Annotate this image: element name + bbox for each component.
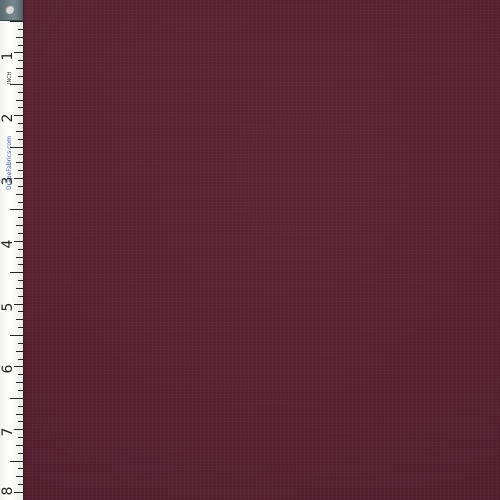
tape-tick	[18, 374, 23, 376]
tape-tick	[14, 52, 23, 54]
tape-tick	[18, 295, 23, 297]
tape-tick	[18, 264, 23, 266]
tape-tick	[18, 170, 23, 172]
tape-tick	[18, 389, 23, 391]
tape-number-3: 3	[0, 176, 16, 186]
tape-tick	[18, 217, 23, 219]
tape-hole-icon	[5, 5, 14, 14]
tape-tick	[18, 44, 23, 46]
tape-tick	[14, 178, 23, 179]
tape-tick	[10, 21, 23, 22]
tape-tick	[16, 36, 23, 38]
tape-tick	[18, 28, 23, 30]
product-image: INCH DrapeFabrics.com 1 2 3 4 5 6 7 8	[0, 0, 500, 500]
tape-tick	[18, 358, 23, 360]
tape-tick	[16, 382, 23, 384]
tape-tick	[10, 146, 23, 148]
tape-tick	[18, 421, 23, 423]
tape-number-1: 1	[0, 51, 16, 61]
tape-tick	[14, 366, 23, 368]
tape-tick	[18, 91, 23, 93]
tape-number-4: 4	[0, 239, 16, 249]
tape-tick	[16, 350, 23, 352]
tape-tick	[18, 185, 23, 187]
tape-number-6: 6	[0, 364, 16, 374]
tape-tick	[18, 154, 23, 156]
tape-tick	[16, 476, 23, 478]
tape-tick	[14, 240, 23, 242]
tape-tick	[18, 280, 23, 282]
tape-tick	[18, 342, 23, 344]
tape-tick	[10, 397, 23, 399]
tape-tick	[16, 319, 23, 321]
tape-number-2: 2	[0, 113, 16, 123]
tape-tick	[10, 209, 23, 211]
tape-end-cap	[0, 0, 23, 21]
tape-tick	[18, 107, 23, 109]
tape-inch-mark: INCH	[7, 71, 13, 84]
fabric-texture-overlay	[23, 0, 500, 500]
tape-tick	[18, 232, 23, 234]
tape-tick	[18, 60, 23, 62]
tape-tick	[18, 123, 23, 124]
tape-tick	[16, 225, 23, 227]
tape-tick	[18, 311, 23, 313]
tape-tick	[18, 75, 23, 77]
tape-tick	[18, 201, 23, 203]
tape-tick	[18, 468, 23, 470]
tape-tick	[18, 248, 23, 250]
tape-tick	[16, 444, 23, 446]
tape-tick	[18, 327, 23, 329]
measuring-tape: INCH DrapeFabrics.com 1 2 3 4 5 6 7 8	[0, 0, 23, 500]
tape-tick	[14, 429, 23, 431]
tape-tick	[18, 405, 23, 407]
tape-number-5: 5	[0, 302, 16, 312]
tape-number-7: 7	[0, 427, 16, 437]
tape-tick	[18, 138, 23, 140]
tape-tick	[16, 287, 23, 289]
tape-tick	[10, 272, 23, 274]
tape-tick	[10, 460, 23, 462]
tape-tick	[16, 99, 23, 101]
tape-number-8: 8	[0, 486, 16, 496]
tape-tick	[18, 452, 23, 454]
tape-tick	[10, 83, 23, 85]
tape-tick	[18, 484, 23, 486]
tape-tick	[10, 335, 23, 336]
tape-tick	[18, 437, 23, 438]
tape-tick	[16, 68, 23, 70]
tape-tick	[16, 256, 23, 258]
tape-tick	[16, 130, 23, 132]
tape-tick	[16, 162, 23, 164]
tape-tick	[16, 193, 23, 195]
tape-tick	[14, 492, 23, 493]
tape-tick	[14, 115, 23, 117]
tape-tick	[16, 413, 23, 415]
tape-tick	[14, 303, 23, 305]
